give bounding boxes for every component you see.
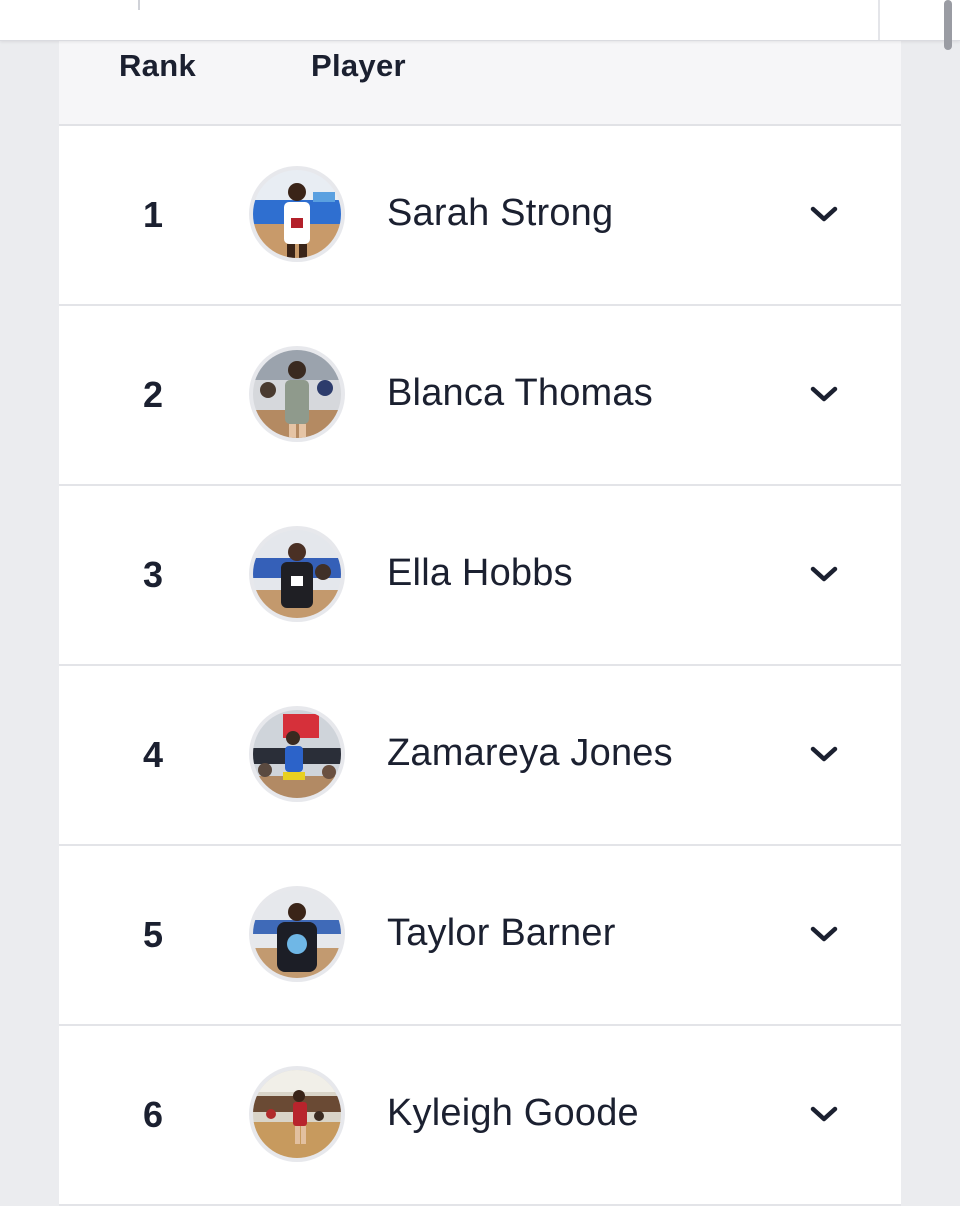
player-photo-icon bbox=[253, 1070, 341, 1158]
table-row[interactable]: 2 Blanca Thomas bbox=[59, 306, 901, 486]
player-avatar bbox=[249, 1066, 345, 1162]
table-row[interactable]: 6 Kyleigh Goode bbox=[59, 1026, 901, 1206]
player-avatar bbox=[249, 886, 345, 982]
player-name[interactable]: Kyleigh Goode bbox=[387, 1092, 639, 1135]
chevron-down-icon[interactable] bbox=[807, 202, 841, 226]
top-bar-divider bbox=[138, 0, 140, 10]
chevron-down-icon[interactable] bbox=[807, 742, 841, 766]
rank-number: 3 bbox=[142, 554, 164, 595]
chevron-down-icon[interactable] bbox=[807, 922, 841, 946]
player-photo-icon bbox=[253, 890, 341, 978]
top-bar bbox=[0, 0, 960, 41]
player-avatar bbox=[249, 346, 345, 442]
player-name[interactable]: Ella Hobbs bbox=[387, 552, 573, 595]
rank-column-header[interactable]: Rank bbox=[119, 48, 196, 84]
rank-number: 1 bbox=[142, 194, 164, 235]
table-row[interactable]: 3 Ella Hobbs bbox=[59, 486, 901, 666]
rank-number: 4 bbox=[142, 734, 164, 775]
player-column-header[interactable]: Player bbox=[311, 48, 406, 84]
player-photo-icon bbox=[253, 710, 341, 798]
table-row[interactable]: 1 Sarah Strong bbox=[59, 126, 901, 306]
scrollbar-thumb[interactable] bbox=[944, 0, 952, 50]
player-name[interactable]: Blanca Thomas bbox=[387, 372, 653, 415]
player-avatar bbox=[249, 166, 345, 262]
rank-number: 5 bbox=[142, 914, 164, 955]
player-photo-icon bbox=[253, 350, 341, 438]
chevron-down-icon[interactable] bbox=[807, 562, 841, 586]
table-header: Rank Player bbox=[59, 40, 901, 126]
rankings-table: Rank Player 1 Sarah Strong 2 Blanca Thom… bbox=[59, 40, 901, 1206]
rank-number: 6 bbox=[142, 1094, 164, 1135]
table-body: 1 Sarah Strong 2 Blanca Thomas 3 Ella Ho… bbox=[59, 126, 901, 1206]
player-name[interactable]: Zamareya Jones bbox=[387, 732, 673, 775]
rank-number: 2 bbox=[142, 374, 164, 415]
chevron-down-icon[interactable] bbox=[807, 1102, 841, 1126]
top-bar-divider bbox=[878, 0, 880, 40]
player-name[interactable]: Sarah Strong bbox=[387, 192, 613, 235]
player-avatar bbox=[249, 526, 345, 622]
player-avatar bbox=[249, 706, 345, 802]
table-row[interactable]: 4 Zamareya Jones bbox=[59, 666, 901, 846]
player-name[interactable]: Taylor Barner bbox=[387, 912, 616, 955]
player-photo-icon bbox=[253, 530, 341, 618]
chevron-down-icon[interactable] bbox=[807, 382, 841, 406]
player-photo-icon bbox=[253, 170, 341, 258]
table-row[interactable]: 5 Taylor Barner bbox=[59, 846, 901, 1026]
